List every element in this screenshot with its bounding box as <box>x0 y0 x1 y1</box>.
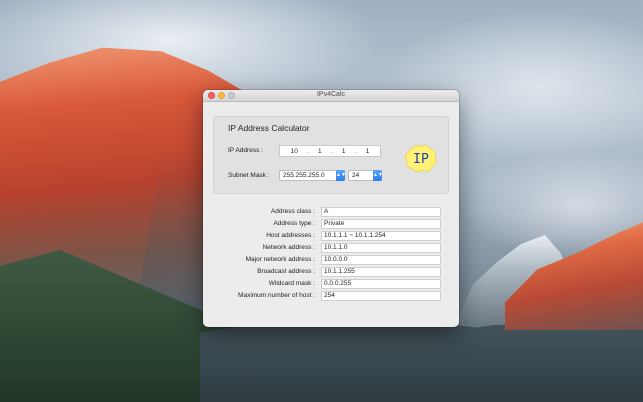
result-row: Major network address : 10.0.0.0 <box>203 255 459 266</box>
result-row: Network address : 10.1.1.0 <box>203 243 459 254</box>
ip-address-label: IP Address : <box>228 147 263 154</box>
result-row: Wildcard mask : 0.0.0.255 <box>203 279 459 290</box>
ip-octet-4[interactable]: 1 <box>366 148 370 155</box>
network-address-field[interactable]: 10.1.1.0 <box>321 243 441 253</box>
address-class-label: Address class : <box>270 208 315 215</box>
major-network-address-label: Major network address : <box>245 256 315 263</box>
address-type-field[interactable]: Private <box>321 219 441 229</box>
chevron-updown-icon: ▲▼ <box>373 170 383 181</box>
calculator-heading: IP Address Calculator <box>228 123 310 133</box>
result-row: Maximum number of host : 254 <box>203 291 459 302</box>
cidr-select[interactable]: 24 ▲▼ <box>348 170 383 181</box>
host-addresses-field[interactable]: 10.1.1.1 ~ 10.1.1.254 <box>321 231 441 241</box>
ip-logo-text: IP <box>413 152 429 167</box>
broadcast-address-label: Broadcast address : <box>257 268 315 275</box>
wildcard-mask-label: Wildcard mask : <box>268 280 315 287</box>
broadcast-address-field[interactable]: 10.1.1.255 <box>321 267 441 277</box>
cidr-value: 24 <box>352 172 360 179</box>
subnet-mask-value: 255.255.255.0 <box>283 172 325 179</box>
ip-address-input[interactable]: 10 . 1 . 1 . 1 <box>279 145 381 157</box>
max-hosts-field[interactable]: 254 <box>321 291 441 301</box>
result-row: Address class : A <box>203 207 459 218</box>
network-address-label: Network address : <box>262 244 315 251</box>
host-addresses-label: Host addresses : <box>266 232 315 239</box>
address-type-label: Address type : <box>273 220 315 227</box>
ip-separator: . <box>354 147 357 155</box>
result-row: Broadcast address : 10.1.1.255 <box>203 267 459 278</box>
subnet-mask-label: Subnet Mask : <box>228 172 270 179</box>
address-class-field[interactable]: A <box>321 207 441 217</box>
calculator-panel: IP Address Calculator IP Address : 10 . … <box>213 116 449 194</box>
result-row: Address type : Private <box>203 219 459 230</box>
ip-separator: . <box>330 147 333 155</box>
result-row: Host addresses : 10.1.1.1 ~ 10.1.1.254 <box>203 231 459 242</box>
ip-octet-2[interactable]: 1 <box>318 148 322 155</box>
major-network-address-field[interactable]: 10.0.0.0 <box>321 255 441 265</box>
ip-octet-1[interactable]: 10 <box>291 148 298 155</box>
ip-octet-3[interactable]: 1 <box>342 148 346 155</box>
window-title: IPv4Calc <box>316 91 345 98</box>
chevron-updown-icon: ▲▼ <box>336 170 346 181</box>
title-bar[interactable]: IPv4Calc <box>203 90 459 102</box>
max-hosts-label: Maximum number of host : <box>238 292 315 299</box>
wildcard-mask-field[interactable]: 0.0.0.255 <box>321 279 441 289</box>
ip-separator: . <box>307 147 309 155</box>
subnet-mask-select[interactable]: 255.255.255.0 ▲▼ <box>279 170 346 181</box>
app-window: IPv4Calc IP Address Calculator IP Addres… <box>203 90 459 327</box>
ip-logo-icon: IP <box>404 143 438 173</box>
